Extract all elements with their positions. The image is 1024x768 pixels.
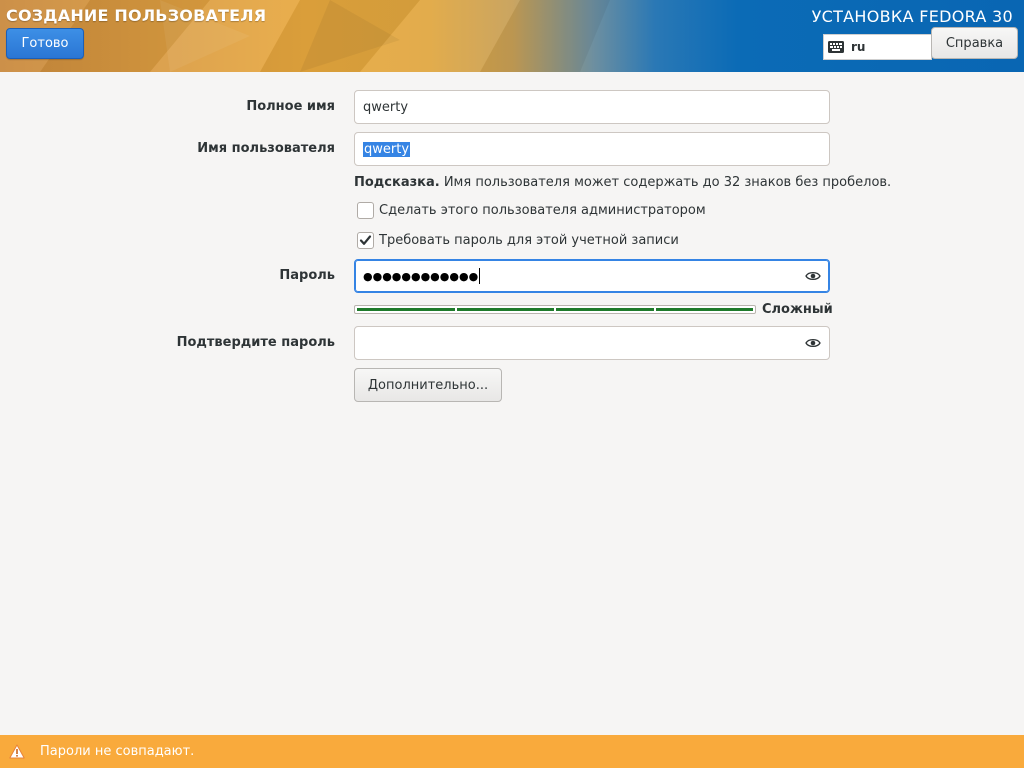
confirm-password-label: Подтвердите пароль xyxy=(176,335,335,350)
product-title: УСТАНОВКА FEDORA 30 xyxy=(811,7,1013,26)
username-label: Имя пользователя xyxy=(197,141,335,156)
admin-checkbox[interactable] xyxy=(357,201,374,219)
strength-segment xyxy=(456,308,554,311)
keyboard-layout-indicator[interactable]: ru xyxy=(823,34,932,60)
password-strength-label: Сложный xyxy=(762,302,833,317)
full-name-label: Полное имя xyxy=(246,99,335,114)
strength-segment xyxy=(556,308,654,311)
keyboard-layout-code: ru xyxy=(851,40,866,54)
hint-text: Имя пользователя может содержать до 32 з… xyxy=(439,175,892,190)
checkmark-icon xyxy=(359,234,372,245)
full-name-input[interactable]: qwerty xyxy=(354,90,830,124)
require-password-checkbox[interactable] xyxy=(357,231,374,249)
strength-segment xyxy=(655,308,753,311)
confirm-password-input[interactable] xyxy=(354,326,830,360)
password-input[interactable]: ●●●●●●●●●●●● xyxy=(354,259,830,293)
done-button[interactable]: Готово xyxy=(6,28,84,59)
require-password-checkbox-label: Требовать пароль для этой учетной записи xyxy=(379,232,679,248)
password-label: Пароль xyxy=(279,268,335,283)
advanced-button[interactable]: Дополнительно... xyxy=(354,368,502,402)
full-name-value: qwerty xyxy=(363,99,409,115)
username-hint: Подсказка. Имя пользователя может содерж… xyxy=(354,175,891,190)
keyboard-icon xyxy=(828,41,844,53)
require-password-checkbox-row[interactable]: Требовать пароль для этой учетной записи xyxy=(357,231,679,249)
password-strength-bar xyxy=(354,305,756,314)
hint-prefix: Подсказка. xyxy=(354,175,440,190)
strength-segment xyxy=(357,308,455,311)
password-value: ●●●●●●●●●●●● xyxy=(363,269,479,283)
admin-checkbox-label: Сделать этого пользователя администратор… xyxy=(379,202,706,218)
page-title: СОЗДАНИЕ ПОЛЬЗОВАТЕЛЯ xyxy=(6,6,267,25)
admin-checkbox-row[interactable]: Сделать этого пользователя администратор… xyxy=(357,201,706,219)
username-value: qwerty xyxy=(363,141,411,157)
text-caret xyxy=(479,268,481,284)
show-password-eye-icon[interactable] xyxy=(805,269,821,283)
header-banner: СОЗДАНИЕ ПОЛЬЗОВАТЕЛЯ Готово УСТАНОВКА F… xyxy=(0,0,1024,72)
warning-icon xyxy=(9,744,25,759)
help-button[interactable]: Справка xyxy=(931,27,1018,59)
status-message: Пароли не совпадают. xyxy=(40,744,195,759)
show-confirm-password-eye-icon[interactable] xyxy=(805,336,821,350)
status-bar: Пароли не совпадают. xyxy=(0,735,1024,768)
username-input[interactable]: qwerty xyxy=(354,132,830,166)
